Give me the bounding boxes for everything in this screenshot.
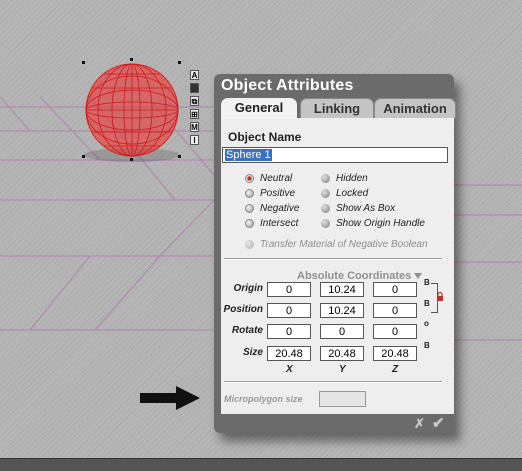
origin-z-field[interactable]: 0 [373, 282, 417, 297]
radio-icon [245, 188, 254, 198]
check-show-origin-handle[interactable]: Show Origin Handle [321, 218, 425, 230]
checkbox-icon [321, 218, 330, 228]
radio-intersect[interactable]: Intersect [245, 218, 298, 230]
status-bar [0, 458, 522, 471]
checkbox-icon [321, 173, 330, 183]
radio-label: Positive [260, 188, 296, 199]
position-marker: B [424, 299, 430, 308]
sphere-object[interactable] [82, 58, 181, 162]
ok-button[interactable]: ✔ [432, 414, 445, 432]
object-name-field[interactable]: Sphere 1 [222, 147, 448, 163]
tab-linking[interactable]: Linking [300, 98, 374, 118]
rotate-x-field[interactable]: 0 [267, 324, 311, 339]
radio-negative[interactable]: Negative [245, 203, 299, 215]
rotate-marker: o [424, 319, 429, 328]
chevron-down-icon [414, 273, 423, 280]
radio-neutral[interactable]: Neutral [245, 173, 292, 185]
arrow-pointer-icon [140, 386, 200, 410]
tab-general[interactable]: General [221, 98, 297, 119]
tool-box[interactable] [190, 83, 199, 93]
origin-marker: B [424, 278, 430, 287]
check-label: Show As Box [336, 203, 396, 214]
check-label: Locked [336, 188, 369, 199]
position-y-field[interactable]: 10.24 [320, 303, 364, 318]
object-toolbar: A ⧉ ⊞ M I [190, 70, 200, 148]
position-x-field[interactable]: 0 [267, 303, 311, 318]
object-name-label: Object Name [228, 130, 302, 144]
radio-label: Negative [260, 203, 300, 214]
row-label-position: Position [223, 304, 263, 315]
check-label: Transfer Material of Negative Boolean [260, 239, 428, 250]
checkbox-icon [245, 239, 254, 249]
origin-x-field[interactable]: 0 [267, 282, 311, 297]
checkbox-icon [321, 188, 330, 198]
size-x-field[interactable]: 20.48 [267, 346, 311, 361]
coordinates-dropdown[interactable]: Absolute Coordinates [297, 270, 423, 282]
row-label-rotate: Rotate [231, 325, 263, 336]
radio-positive[interactable]: Positive [245, 188, 295, 200]
row-label-origin: Origin [233, 283, 263, 294]
radio-label: Neutral [260, 173, 293, 184]
tool-link[interactable]: ⧉ [190, 96, 199, 106]
radio-label: Intersect [260, 218, 299, 229]
object-attributes-dialog: Object Attributes General Linking Animat… [214, 74, 456, 433]
dialog-title: Object Attributes [221, 77, 354, 94]
rotate-z-field[interactable]: 0 [373, 324, 417, 339]
divider [224, 381, 442, 383]
tool-i[interactable]: I [190, 135, 199, 145]
check-label: Hidden [336, 173, 368, 184]
axis-label-z: Z [392, 364, 399, 375]
tab-animation[interactable]: Animation [374, 98, 456, 118]
divider [224, 258, 442, 260]
check-transfer-material[interactable]: Transfer Material of Negative Boolean [245, 239, 428, 251]
row-label-size: Size [242, 347, 263, 358]
check-show-as-box[interactable]: Show As Box [321, 203, 395, 215]
cancel-button[interactable]: ✗ [414, 416, 425, 432]
tool-a[interactable]: A [190, 70, 199, 80]
micropolygon-size-field[interactable] [319, 391, 366, 407]
origin-y-field[interactable]: 10.24 [320, 282, 364, 297]
tool-m[interactable]: M [190, 122, 199, 132]
check-label: Show Origin Handle [336, 218, 425, 229]
position-z-field[interactable]: 0 [373, 303, 417, 318]
lock-icon[interactable] [436, 292, 444, 302]
tool-grid[interactable]: ⊞ [190, 109, 199, 119]
rotate-y-field[interactable]: 0 [320, 324, 364, 339]
check-locked[interactable]: Locked [321, 188, 368, 200]
size-marker: B [424, 341, 430, 350]
micropolygon-size-label: Micropolygon size [224, 394, 303, 404]
axis-label-y: Y [339, 364, 346, 375]
checkbox-icon [321, 203, 330, 213]
size-y-field[interactable]: 20.48 [320, 346, 364, 361]
radio-icon [245, 203, 254, 213]
radio-icon [245, 218, 254, 228]
radio-selected-icon [245, 173, 254, 183]
check-hidden[interactable]: Hidden [321, 173, 368, 185]
axis-label-x: X [286, 364, 293, 375]
general-panel: Object Name Sphere 1 Neutral Positive Ne… [221, 118, 454, 414]
size-z-field[interactable]: 20.48 [373, 346, 417, 361]
coordinates-header-label: Absolute Coordinates [297, 270, 412, 282]
object-name-value: Sphere 1 [225, 149, 272, 161]
